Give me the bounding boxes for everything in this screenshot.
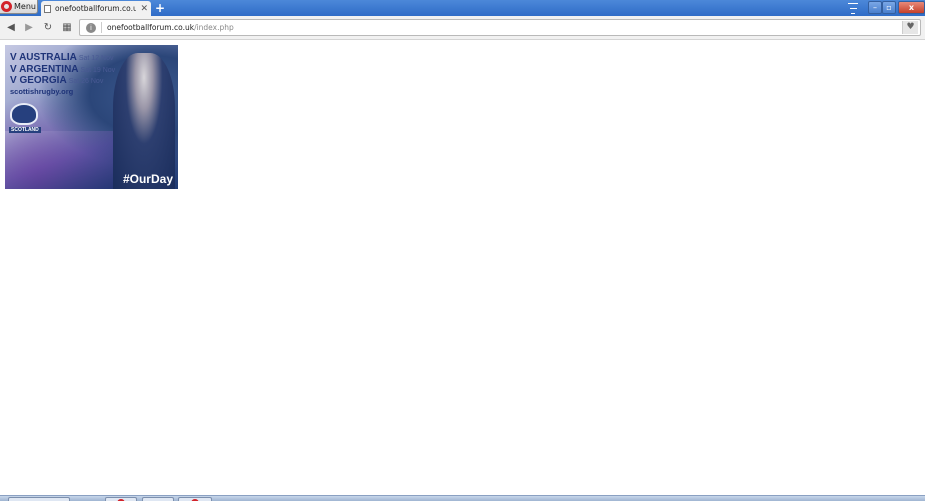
fixture-team: V GEORGIA — [10, 75, 67, 86]
taskbar-item[interactable] — [8, 497, 70, 501]
maximize-button[interactable]: ▫ — [882, 1, 896, 14]
forward-button[interactable]: ▶ — [22, 20, 36, 36]
fixture-date: Sat 26 Nov — [68, 78, 104, 85]
taskbar-opera-item[interactable] — [178, 497, 212, 501]
tab-menu-icon[interactable] — [847, 3, 859, 14]
back-button[interactable]: ◀ — [4, 20, 18, 36]
fixture-georgia: V GEORGIA Sat 26 Nov — [10, 75, 103, 86]
minimize-button[interactable]: – — [868, 1, 882, 14]
close-window-button[interactable]: x — [898, 1, 925, 14]
reload-button[interactable]: ↻ — [41, 20, 55, 36]
crowd-image — [5, 131, 120, 189]
taskbar-item[interactable] — [142, 497, 174, 501]
tab-title: onefootballforum.co.uk/in — [55, 4, 137, 13]
page-content: V AUSTRALIA Sat 12 Nov V ARGENTINA Sat 19 … — [0, 41, 925, 495]
tab-active[interactable]: onefootballforum.co.uk/in ✕ — [41, 1, 151, 16]
fixture-australia: V AUSTRALIA Sat 12 Nov — [10, 52, 114, 63]
address-field[interactable]: i onefootballforum.co.uk /index.php ♥ — [79, 19, 921, 36]
fixture-team: V AUSTRALIA — [10, 52, 77, 63]
fixture-date: Sat 12 Nov — [78, 55, 114, 62]
opera-logo-icon — [1, 1, 12, 12]
tab-close-icon[interactable]: ✕ — [140, 4, 148, 14]
speed-dial-icon[interactable]: ▦ — [60, 20, 74, 36]
page-icon — [44, 4, 51, 13]
menu-label: Menu — [14, 2, 36, 11]
opera-menu-button[interactable]: Menu — [0, 0, 38, 14]
site-url-text: scottishrugby.org — [10, 87, 74, 96]
fixture-team: V ARGENTINA — [10, 64, 79, 75]
crest-label: SCOTLAND — [9, 127, 41, 133]
bookmark-heart-icon[interactable]: ♥ — [902, 21, 918, 34]
taskbar-opera-item[interactable] — [105, 497, 137, 501]
taskbar — [0, 495, 925, 501]
player-image — [113, 53, 175, 189]
title-bar: Menu onefootballforum.co.uk/in ✕ + – ▫ x — [0, 0, 925, 16]
scotland-thistle-crest-icon — [10, 103, 38, 125]
address-toolbar: ◀ ▶ ↻ ▦ i onefootballforum.co.uk /index.… — [0, 16, 925, 40]
new-tab-button[interactable]: + — [154, 1, 166, 15]
divider — [101, 22, 102, 33]
fixture-argentina: V ARGENTINA Sat 19 Nov — [10, 64, 115, 75]
site-info-icon[interactable]: i — [86, 22, 96, 33]
hashtag: #OurDay — [122, 172, 173, 186]
url-host: onefootballforum.co.uk — [107, 23, 195, 32]
scotland-rugby-banner[interactable]: V AUSTRALIA Sat 12 Nov V ARGENTINA Sat 19 … — [5, 45, 178, 189]
fixture-date: Sat 19 Nov — [80, 67, 116, 74]
url-path: /index.php — [194, 23, 234, 32]
